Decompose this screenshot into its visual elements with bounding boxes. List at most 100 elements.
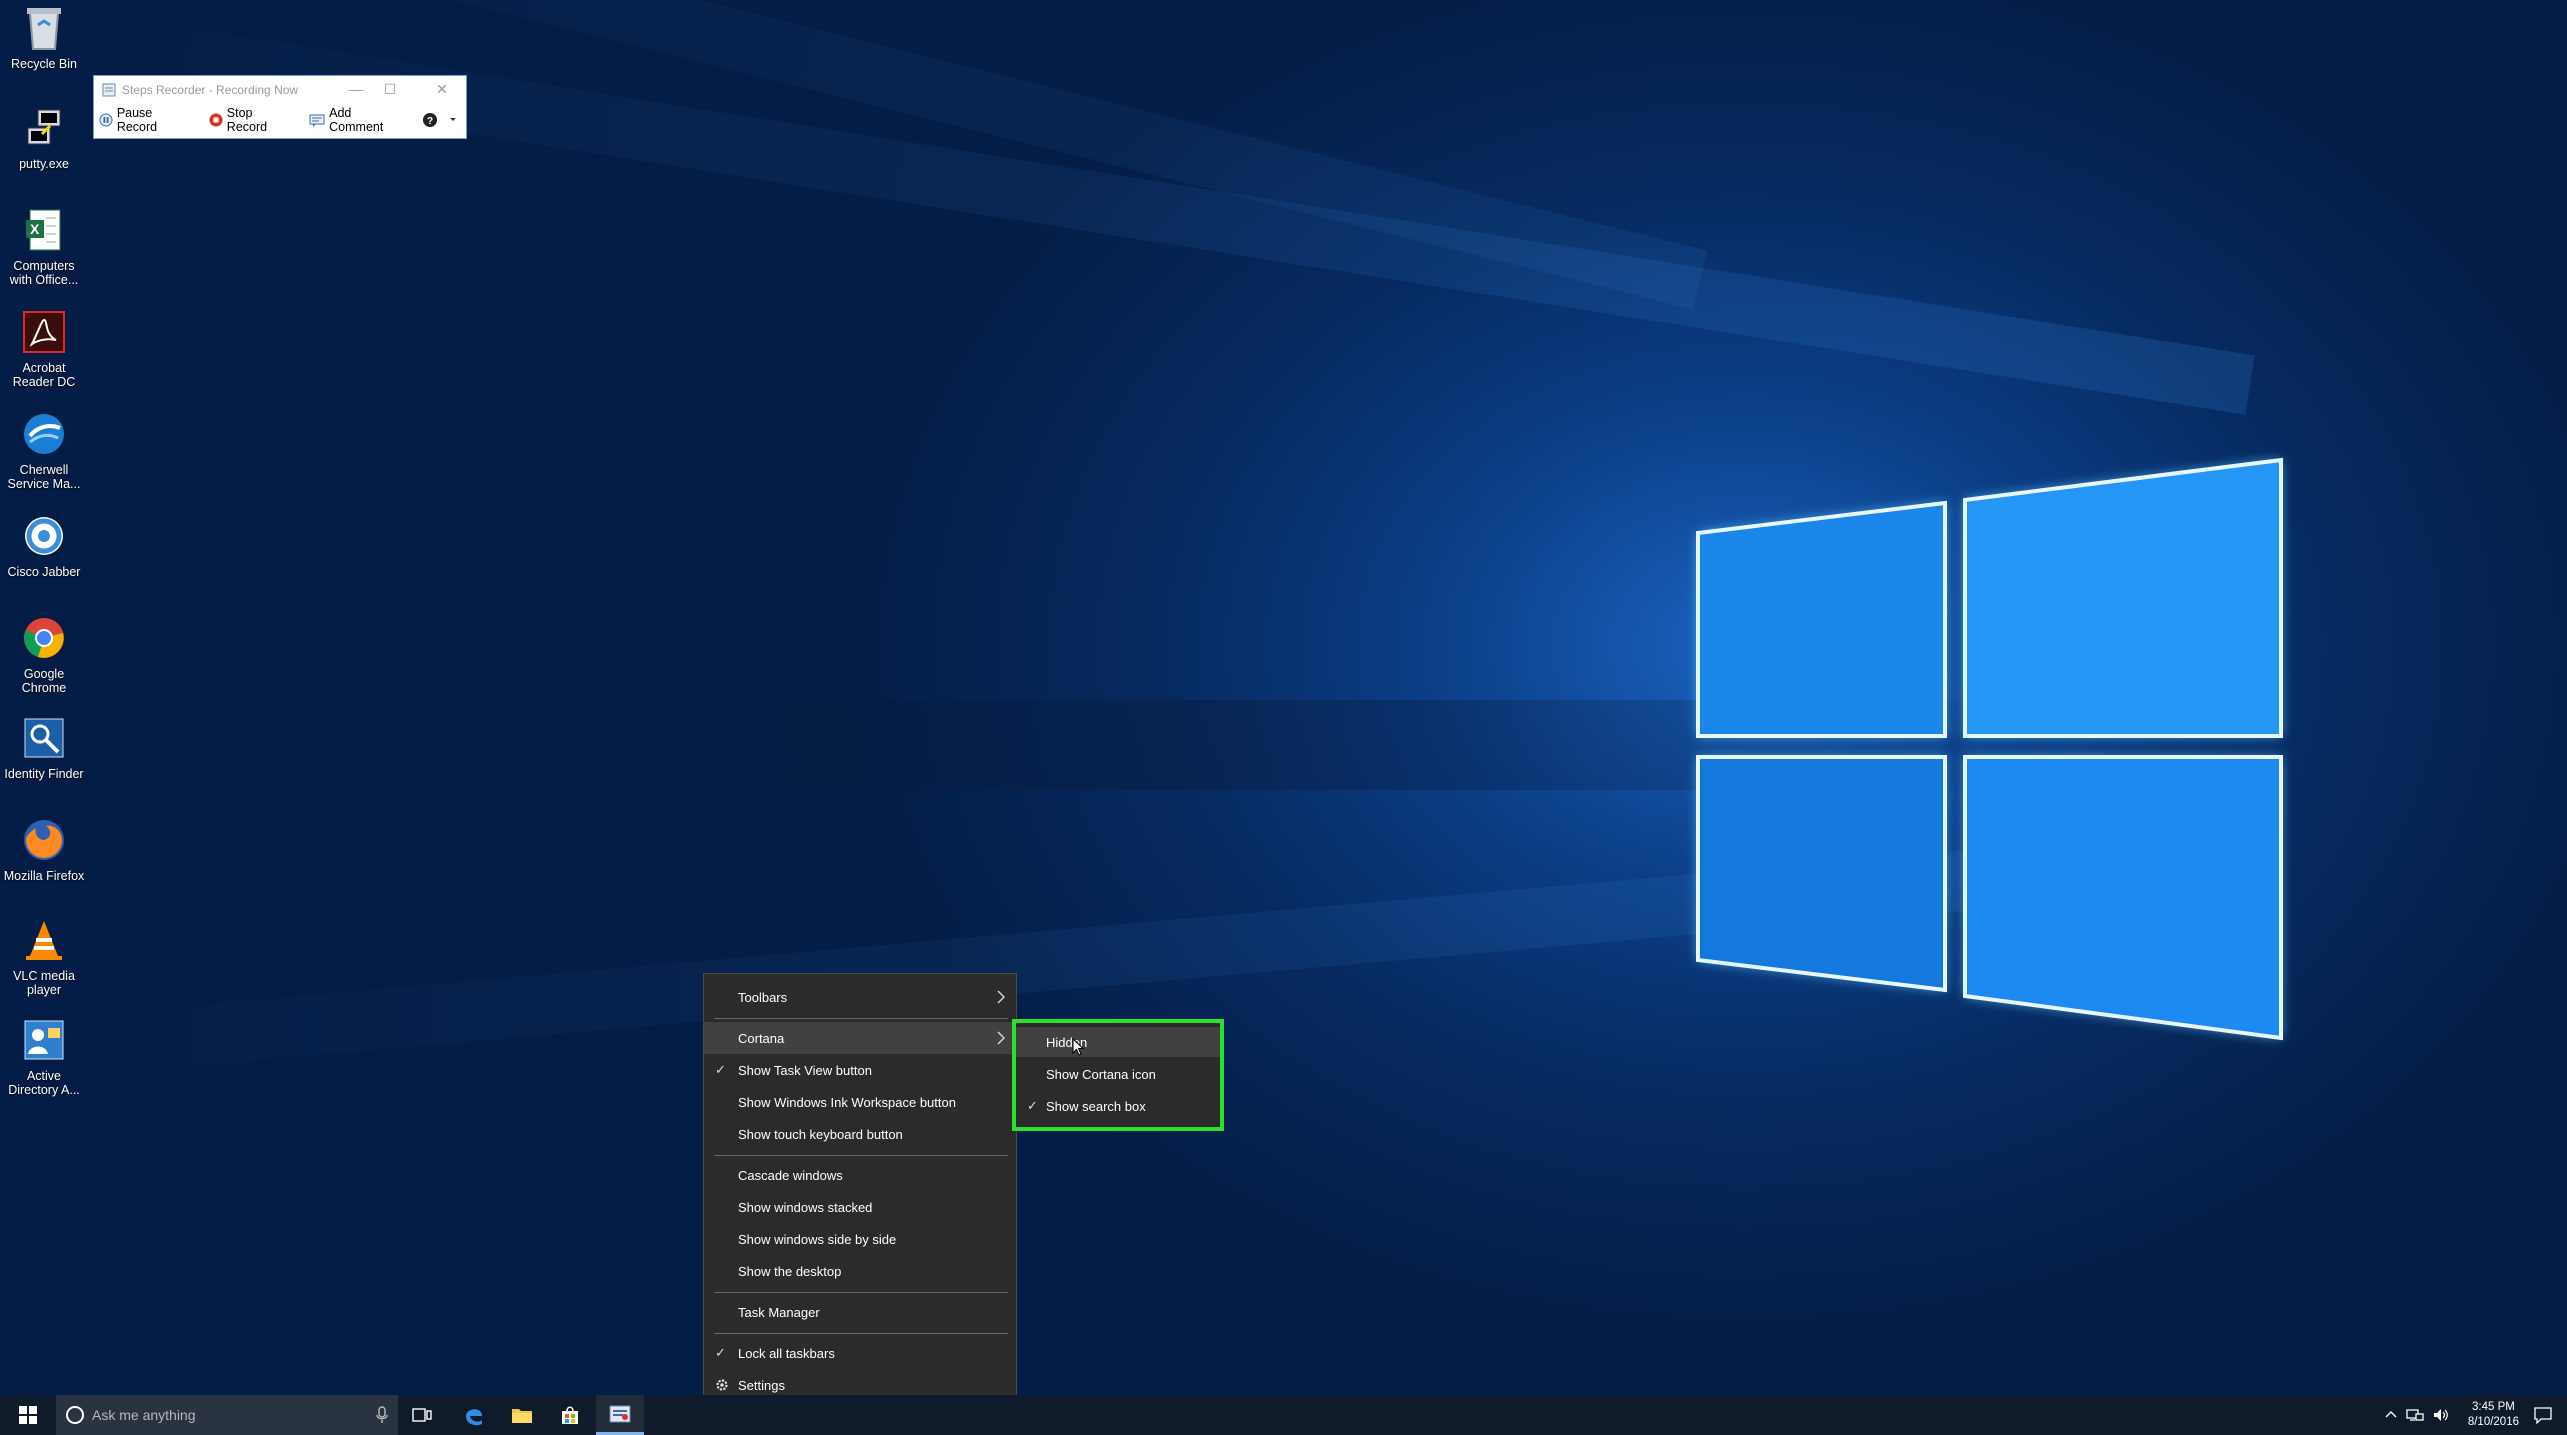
desktop-icon-active-directory[interactable]: Active Directory A... <box>0 1014 88 1097</box>
desktop-icon-firefox[interactable]: Mozilla Firefox <box>0 814 88 883</box>
clock-time: 3:45 PM <box>2472 1401 2515 1413</box>
desktop-icon-vlc[interactable]: VLC media player <box>0 914 88 997</box>
submenu-item-show-cortana-icon[interactable]: Show Cortana icon <box>1016 1059 1220 1089</box>
menu-separator <box>714 1333 1008 1334</box>
menu-item-show-task-view[interactable]: ✓ Show Task View button <box>704 1054 1016 1086</box>
taskbar-edge[interactable] <box>450 1395 498 1435</box>
svg-text:?: ? <box>427 116 433 127</box>
start-button[interactable] <box>0 1395 56 1435</box>
desktop-icon-label: Recycle Bin <box>11 57 77 71</box>
maximize-button[interactable]: ☐ <box>376 80 404 98</box>
pause-record-button[interactable]: Pause Record <box>99 106 195 134</box>
mouse-cursor-icon <box>1072 1038 1084 1056</box>
window-title: Steps Recorder - Recording Now <box>122 82 299 97</box>
steps-recorder-titlebar[interactable]: Steps Recorder - Recording Now — ☐ ✕ <box>94 76 466 103</box>
desktop-icon-label: Identity Finder <box>4 767 84 781</box>
taskbar: Ask me anything 3:45 PM 8/10/2016 <box>0 1395 2567 1435</box>
pause-record-label: Pause Record <box>116 106 158 134</box>
steps-recorder-window: Steps Recorder - Recording Now — ☐ ✕ Pau… <box>93 75 467 139</box>
menu-item-lock-taskbars[interactable]: ✓ Lock all taskbars <box>704 1337 1016 1369</box>
taskbar-file-explorer[interactable] <box>498 1395 546 1435</box>
excel-icon: X <box>18 204 70 256</box>
store-icon <box>562 1406 578 1424</box>
desktop-wallpaper <box>0 0 2567 1395</box>
chevron-right-icon <box>997 1031 1005 1045</box>
menu-item-windows-side-by-side[interactable]: Show windows side by side <box>704 1223 1016 1255</box>
menu-item-label: Settings <box>738 1377 785 1393</box>
search-placeholder: Ask me anything <box>92 1407 196 1423</box>
task-view-button[interactable] <box>398 1395 446 1435</box>
action-center-icon[interactable] <box>2533 1406 2553 1424</box>
help-button[interactable]: ? <box>422 112 462 128</box>
menu-item-label: Show touch keyboard button <box>738 1126 903 1142</box>
desktop-icon-putty[interactable]: putty.exe <box>0 102 88 171</box>
menu-item-label: Show Windows Ink Workspace button <box>738 1094 956 1110</box>
stop-icon <box>209 113 223 127</box>
desktop-icon-label: Computers with Office... <box>9 259 79 287</box>
close-button[interactable]: ✕ <box>428 80 456 98</box>
desktop-icon-cisco-jabber[interactable]: Cisco Jabber <box>0 510 88 579</box>
menu-item-show-touch-keyboard[interactable]: Show touch keyboard button <box>704 1118 1016 1150</box>
desktop-icon-label: Cherwell Service Ma... <box>7 463 81 491</box>
stop-record-button[interactable]: Stop Record <box>209 106 295 134</box>
steps-recorder-icon <box>609 1405 631 1422</box>
recycle-bin-icon <box>18 2 70 54</box>
menu-item-show-desktop[interactable]: Show the desktop <box>704 1255 1016 1287</box>
network-icon[interactable] <box>2406 1407 2424 1423</box>
volume-icon[interactable] <box>2432 1407 2450 1423</box>
desktop-icon-label: Google Chrome <box>21 667 67 695</box>
menu-item-label: Cortana <box>738 1030 785 1046</box>
pause-icon <box>99 113 113 127</box>
desktop-icon-label: VLC media player <box>13 969 75 997</box>
menu-item-label: Show windows side by side <box>738 1231 897 1247</box>
edge-icon <box>466 1409 482 1426</box>
desktop-icon-identity-finder[interactable]: Identity Finder <box>0 712 88 781</box>
desktop-icon-cherwell[interactable]: Cherwell Service Ma... <box>0 408 88 491</box>
menu-item-cascade-windows[interactable]: Cascade windows <box>704 1159 1016 1191</box>
vlc-icon <box>18 914 70 966</box>
desktop-icon-excel[interactable]: X Computers with Office... <box>0 204 88 287</box>
menu-item-label: Show Cortana icon <box>1046 1066 1156 1082</box>
menu-separator <box>714 1155 1008 1156</box>
taskbar-store[interactable] <box>546 1395 594 1435</box>
submenu-item-hidden[interactable]: Hidden <box>1016 1027 1220 1057</box>
cortana-icon <box>66 1406 84 1424</box>
cortana-search-box[interactable]: Ask me anything <box>56 1395 398 1435</box>
menu-item-label: Show windows stacked <box>738 1199 873 1215</box>
steps-recorder-icon <box>102 83 116 96</box>
desktop-icon-label: Acrobat Reader DC <box>12 361 76 389</box>
windows-start-icon <box>19 1406 37 1424</box>
chevron-down-icon <box>450 118 456 121</box>
menu-item-label: Cascade windows <box>738 1167 843 1183</box>
minimize-button[interactable]: — <box>342 80 370 98</box>
menu-separator <box>714 1292 1008 1293</box>
menu-item-label: Toolbars <box>738 989 788 1005</box>
clock[interactable]: 3:45 PM 8/10/2016 <box>2468 1400 2519 1430</box>
menu-item-cortana[interactable]: Cortana <box>704 1022 1016 1054</box>
desktop-icon-google-chrome[interactable]: Google Chrome <box>0 612 88 695</box>
menu-separator <box>714 1018 1008 1019</box>
putty-icon <box>18 102 70 154</box>
menu-item-show-ink-workspace[interactable]: Show Windows Ink Workspace button <box>704 1086 1016 1118</box>
folder-icon <box>512 1409 532 1423</box>
submenu-item-show-search-box[interactable]: ✓ Show search box <box>1016 1091 1220 1121</box>
desktop-icon-recycle-bin[interactable]: Recycle Bin <box>0 2 88 71</box>
desktop-icon-acrobat[interactable]: Acrobat Reader DC <box>0 306 88 389</box>
menu-item-toolbars[interactable]: Toolbars <box>704 981 1016 1013</box>
stop-record-label: Stop Record <box>226 106 268 134</box>
show-hidden-icons-chevron-up-icon[interactable] <box>2384 1408 2398 1422</box>
taskbar-context-menu: Toolbars Cortana ✓ Show Task View button… <box>703 973 1017 1411</box>
desktop-icon-label: putty.exe <box>19 157 69 171</box>
cortana-submenu: Hidden Show Cortana icon ✓ Show search b… <box>1012 1019 1224 1131</box>
check-icon: ✓ <box>715 1062 726 1077</box>
gear-icon <box>716 1379 728 1391</box>
desktop-icon-label: Mozilla Firefox <box>3 869 85 883</box>
add-comment-button[interactable]: Add Comment <box>309 106 408 134</box>
menu-item-task-manager[interactable]: Task Manager <box>704 1296 1016 1328</box>
taskbar-steps-recorder[interactable] <box>596 1395 644 1435</box>
menu-item-windows-stacked[interactable]: Show windows stacked <box>704 1191 1016 1223</box>
check-icon: ✓ <box>1027 1098 1038 1113</box>
menu-item-label: Show search box <box>1046 1098 1146 1114</box>
menu-item-label: Show the desktop <box>738 1263 842 1279</box>
microphone-icon[interactable] <box>376 1406 388 1424</box>
